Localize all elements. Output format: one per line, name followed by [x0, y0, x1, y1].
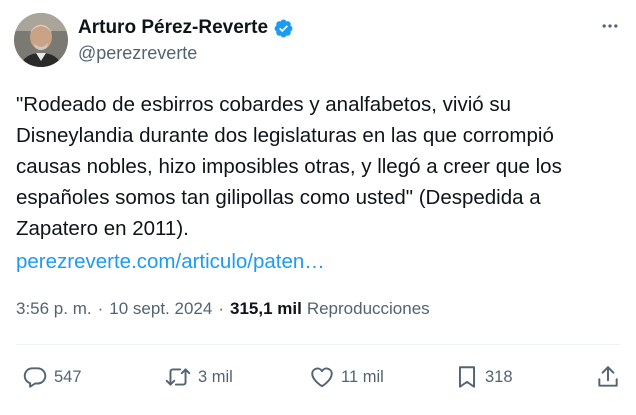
tweet-link[interactable]: perezreverte.com/articulo/paten…	[16, 246, 325, 277]
meta-separator: ·	[97, 299, 104, 318]
retweet-count: 3 mil	[198, 367, 233, 386]
heart-icon	[309, 364, 335, 390]
share-button[interactable]	[595, 362, 621, 392]
views-count[interactable]: 315,1 mil	[230, 299, 302, 319]
reply-icon	[22, 364, 48, 390]
reply-button[interactable]: 547	[22, 362, 82, 392]
like-count: 11 mil	[341, 367, 384, 386]
action-bar: 547 3 mil 11 mil 318	[22, 362, 627, 392]
divider	[16, 344, 620, 345]
author-name-row: Arturo Pérez-Reverte	[78, 15, 294, 41]
meta-separator: ·	[218, 299, 224, 318]
author-display-name[interactable]: Arturo Pérez-Reverte	[78, 17, 268, 39]
share-icon	[595, 364, 621, 390]
tweet: Arturo Pérez-Reverte @perezreverte "Rode…	[0, 0, 636, 415]
more-options-icon[interactable]	[598, 14, 622, 38]
avatar[interactable]	[14, 13, 68, 67]
retweet-button[interactable]: 3 mil	[164, 362, 233, 392]
tweet-metadata: 3:56 p. m. · 10 sept. 2024 · 315,1 mil R…	[16, 299, 430, 319]
reply-count: 547	[54, 367, 82, 386]
bookmark-button[interactable]: 318	[455, 362, 513, 392]
bookmark-count: 318	[485, 367, 513, 386]
bookmark-icon	[455, 364, 479, 390]
verified-badge-icon	[273, 18, 294, 39]
like-button[interactable]: 11 mil	[309, 362, 384, 392]
author-handle[interactable]: @perezreverte	[78, 43, 197, 64]
tweet-date[interactable]: 10 sept. 2024	[109, 299, 212, 319]
tweet-time[interactable]: 3:56 p. m.	[16, 299, 92, 319]
views-label: Reproducciones	[306, 299, 430, 318]
retweet-icon	[164, 364, 192, 390]
tweet-text: "Rodeado de esbirros cobardes y analfabe…	[16, 93, 562, 240]
